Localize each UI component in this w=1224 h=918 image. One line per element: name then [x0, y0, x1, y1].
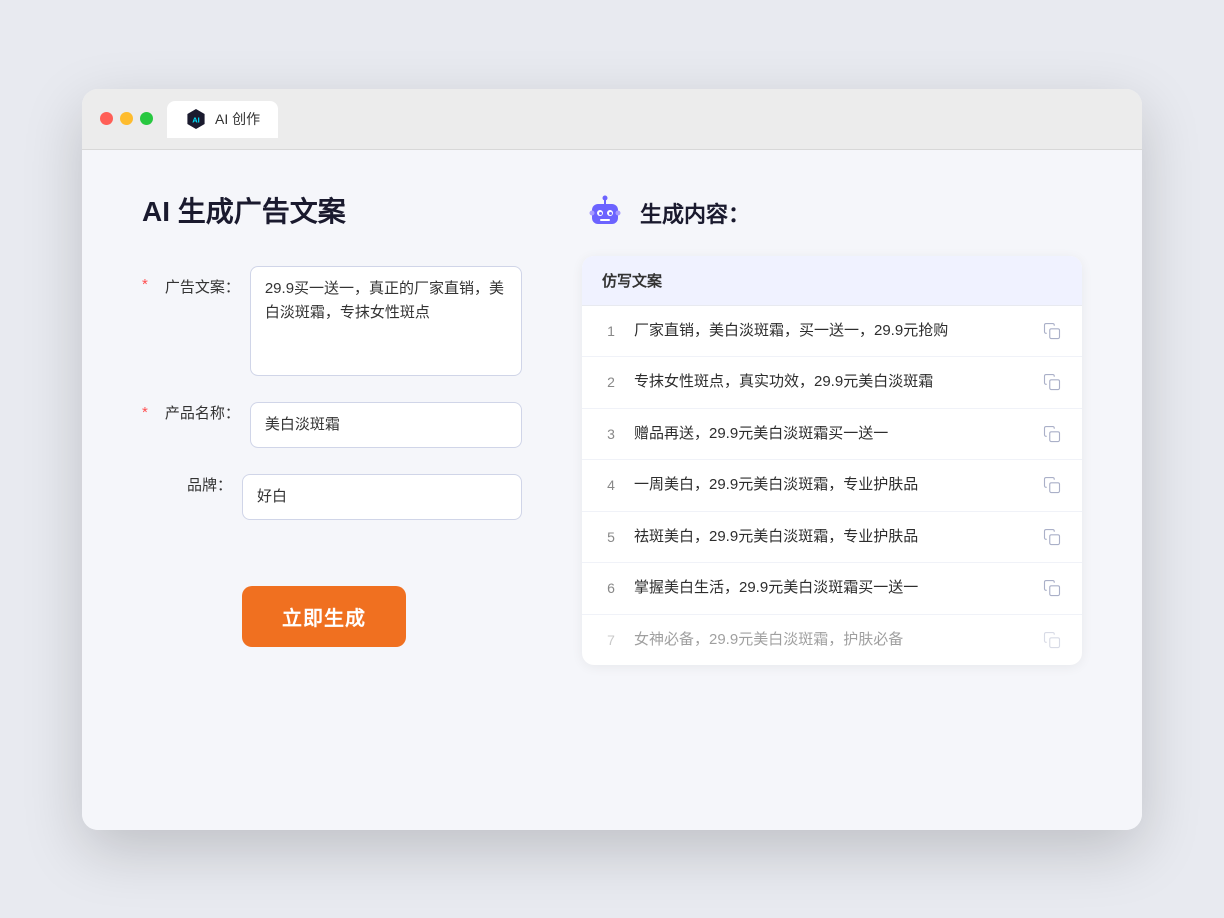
browser-tab[interactable]: AI AI 创作	[167, 101, 278, 137]
result-row-3: 3 赠品再送，29.9元美白淡斑霜买一送一	[582, 409, 1082, 461]
brand-input[interactable]	[242, 474, 522, 520]
ad-copy-group: * 广告文案：	[142, 266, 522, 376]
generate-button[interactable]: 立即生成	[242, 586, 406, 647]
row-text-3: 赠品再送，29.9元美白淡斑霜买一送一	[634, 423, 1028, 446]
copy-icon-6[interactable]	[1042, 578, 1062, 598]
product-name-group: * 产品名称：	[142, 402, 522, 448]
ai-tab-icon: AI	[185, 108, 207, 130]
copy-icon-1[interactable]	[1042, 321, 1062, 341]
browser-titlebar: AI AI 创作	[82, 89, 1142, 150]
right-panel: 生成内容： 仿写文案 1 厂家直销，美白淡斑霜，买一送一，29.9元抢购 2 专抹女…	[582, 190, 1082, 780]
copy-icon-4[interactable]	[1042, 475, 1062, 495]
maximize-button[interactable]	[140, 112, 153, 125]
svg-text:AI: AI	[192, 115, 200, 124]
product-name-input[interactable]	[250, 402, 522, 448]
row-number-7: 7	[602, 632, 620, 648]
page-title: AI 生成广告文案	[142, 190, 522, 230]
brand-group: 品牌：	[142, 474, 522, 520]
required-star-1: *	[142, 276, 148, 293]
row-text-4: 一周美白，29.9元美白淡斑霜，专业护肤品	[634, 474, 1028, 497]
row-text-2: 专抹女性斑点，真实功效，29.9元美白淡斑霜	[634, 371, 1028, 394]
result-row-6: 6 掌握美白生活，29.9元美白淡斑霜买一送一	[582, 563, 1082, 615]
row-number-2: 2	[602, 374, 620, 390]
browser-window: AI AI 创作 AI 生成广告文案 * 广告文案： * 产品名称：	[82, 89, 1142, 830]
brand-label: 品牌：	[142, 474, 232, 495]
tab-label: AI 创作	[215, 109, 260, 129]
close-button[interactable]	[100, 112, 113, 125]
row-text-1: 厂家直销，美白淡斑霜，买一送一，29.9元抢购	[634, 320, 1028, 343]
copy-icon-3[interactable]	[1042, 424, 1062, 444]
ad-copy-input[interactable]	[250, 266, 522, 376]
right-header: 生成内容：	[582, 190, 1082, 236]
ad-copy-label: 广告文案：	[150, 276, 240, 297]
row-number-1: 1	[602, 323, 620, 339]
result-row-1: 1 厂家直销，美白淡斑霜，买一送一，29.9元抢购	[582, 306, 1082, 358]
row-number-4: 4	[602, 477, 620, 493]
copy-icon-7[interactable]	[1042, 630, 1062, 650]
required-star-2: *	[142, 404, 148, 421]
copy-icon-5[interactable]	[1042, 527, 1062, 547]
traffic-lights	[100, 112, 153, 125]
minimize-button[interactable]	[120, 112, 133, 125]
copy-icon-2[interactable]	[1042, 372, 1062, 392]
row-text-7: 女神必备，29.9元美白淡斑霜，护肤必备	[634, 629, 1028, 652]
row-number-3: 3	[602, 426, 620, 442]
result-rows-container: 1 厂家直销，美白淡斑霜，买一送一，29.9元抢购 2 专抹女性斑点，真实功效，29…	[582, 306, 1082, 666]
robot-icon	[582, 190, 628, 236]
result-row-5: 5 祛斑美白，29.9元美白淡斑霜，专业护肤品	[582, 512, 1082, 564]
row-text-5: 祛斑美白，29.9元美白淡斑霜，专业护肤品	[634, 526, 1028, 549]
result-row-7: 7 女神必备，29.9元美白淡斑霜，护肤必备	[582, 615, 1082, 666]
result-table: 仿写文案 1 厂家直销，美白淡斑霜，买一送一，29.9元抢购 2 专抹女性斑点，真实…	[582, 256, 1082, 666]
result-row-4: 4 一周美白，29.9元美白淡斑霜，专业护肤品	[582, 460, 1082, 512]
row-number-5: 5	[602, 529, 620, 545]
right-title: 生成内容：	[640, 197, 750, 229]
left-panel: AI 生成广告文案 * 广告文案： * 产品名称： 品牌	[142, 190, 522, 780]
product-name-label: 产品名称：	[150, 402, 240, 423]
result-table-header: 仿写文案	[582, 256, 1082, 306]
browser-content: AI 生成广告文案 * 广告文案： * 产品名称： 品牌	[82, 150, 1142, 830]
row-text-6: 掌握美白生活，29.9元美白淡斑霜买一送一	[634, 577, 1028, 600]
row-number-6: 6	[602, 580, 620, 596]
result-row-2: 2 专抹女性斑点，真实功效，29.9元美白淡斑霜	[582, 357, 1082, 409]
